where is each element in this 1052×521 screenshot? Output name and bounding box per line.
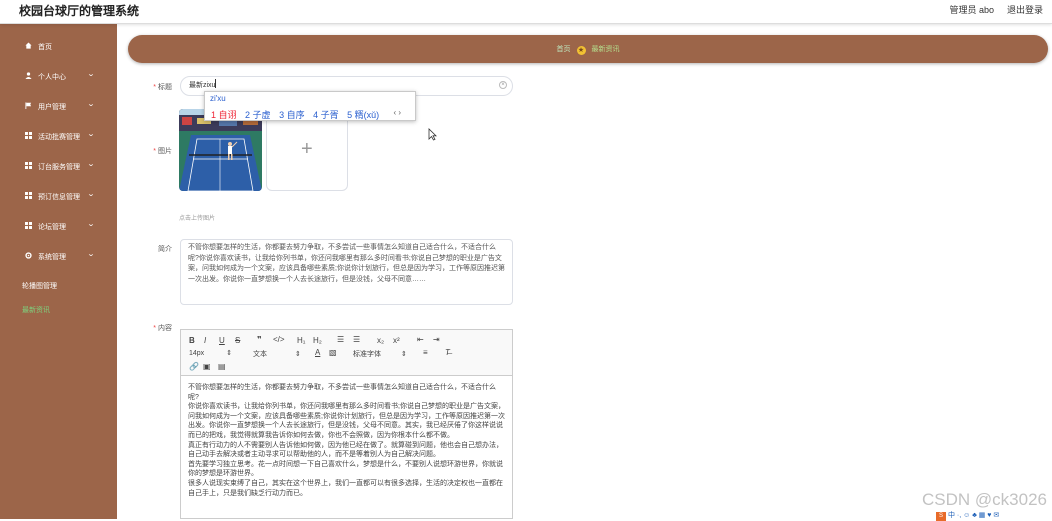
chevron-down-icon: ⌄ xyxy=(86,131,96,138)
clear-icon[interactable]: × xyxy=(499,81,507,89)
chevron-down-icon: ⌄ xyxy=(86,251,96,258)
sidebar-item-events[interactable]: 活动批赛管理 ⌄ xyxy=(0,126,117,148)
ime-candidate-popup: zi'xu 1 自诩 2 子虚 3 自序 4 子胥 5 糈(xǔ) ‹ › xyxy=(204,91,416,121)
breadcrumb-current: 最新资讯 xyxy=(591,46,620,53)
sidebar-item-label: 预订信息管理 xyxy=(38,194,80,201)
editor-content[interactable]: 不管你想要怎样的生活，你都要去努力争取，不多尝试一些事情怎么知道自己适合什么，不… xyxy=(188,383,506,498)
gear-icon xyxy=(25,252,32,259)
sidebar: 首页 个人中心 ⌄ 用户管理 ⌄ 活动批赛管理 ⌄ 订台服务管理 ⌄ 预订信息管… xyxy=(0,24,117,519)
h1-button[interactable]: H₁ xyxy=(297,336,305,345)
logout-link[interactable]: 退出登录 xyxy=(1007,3,1043,16)
image-icon[interactable]: ▣ xyxy=(203,362,211,371)
ime-page-nav[interactable]: ‹ › xyxy=(393,108,401,117)
sidebar-item-system[interactable]: 系统管理 ⌄ xyxy=(0,246,117,268)
highlight-button[interactable]: ▧ xyxy=(329,348,337,357)
sidebar-item-home[interactable]: 首页 xyxy=(0,36,117,58)
sidebar-item-profile[interactable]: 个人中心 ⌄ xyxy=(0,66,117,88)
sidebar-subitem-news[interactable]: 最新资讯 xyxy=(22,305,50,315)
ime-candidate[interactable]: 5 糈(xǔ) xyxy=(347,110,379,120)
italic-button[interactable]: I xyxy=(204,336,206,345)
sidebar-item-table-service[interactable]: 订台服务管理 ⌄ xyxy=(0,156,117,178)
bullet-list-button[interactable]: ☰ xyxy=(353,335,360,344)
chevron-down-icon: ⌄ xyxy=(86,101,96,108)
indent-button[interactable]: ⇥ xyxy=(433,335,440,344)
image-label: * 图片 xyxy=(153,148,172,155)
grid-icon xyxy=(25,192,32,199)
ime-candidate[interactable]: 4 子胥 xyxy=(313,110,339,120)
ime-candidate[interactable]: 1 自诩 xyxy=(211,110,237,120)
grid-icon xyxy=(25,222,32,229)
clear-format-button[interactable]: T̶ xyxy=(445,348,450,357)
chevron-down-icon: ⌄ xyxy=(86,71,96,78)
star-icon: ★ xyxy=(576,46,586,55)
sidebar-item-label: 用户管理 xyxy=(38,104,66,111)
align-button[interactable]: ≡ xyxy=(423,348,428,357)
uploaded-image-thumbnail[interactable] xyxy=(179,109,262,191)
sidebar-subitem-carousel[interactable]: 轮播图管理 xyxy=(22,281,57,291)
top-header: 校园台球厅的管理系统 管理员 abo 退出登录 xyxy=(0,0,1052,24)
chevron-down-icon: ⌄ xyxy=(86,161,96,168)
tennis-court-image xyxy=(179,109,262,191)
breadcrumb: 首页 ★ 最新资讯 xyxy=(128,35,1048,63)
chevron-down-icon: ⌄ xyxy=(86,191,96,198)
ime-candidate[interactable]: 2 子虚 xyxy=(245,110,271,120)
app-title: 校园台球厅的管理系统 xyxy=(19,4,140,18)
paragraph-select[interactable]: 文本 ⇕ xyxy=(253,349,301,359)
superscript-button[interactable]: x² xyxy=(393,336,400,345)
ime-pinyin: zi'xu xyxy=(210,94,226,103)
sidebar-item-forum[interactable]: 论坛管理 ⌄ xyxy=(0,216,117,238)
outdent-button[interactable]: ⇤ xyxy=(417,335,424,344)
font-size-select[interactable]: 14px ⇕ xyxy=(189,349,232,357)
upload-image-button[interactable]: + xyxy=(266,109,348,191)
video-icon[interactable]: ▤ xyxy=(218,362,226,371)
sidebar-item-label: 订台服务管理 xyxy=(38,164,80,171)
sogou-icon: S xyxy=(936,512,946,521)
sidebar-item-label: 论坛管理 xyxy=(38,224,66,231)
plus-icon: + xyxy=(301,138,313,160)
bold-button[interactable]: B xyxy=(189,336,195,345)
sidebar-item-label: 系统管理 xyxy=(38,254,66,261)
editor-toolbar: B I U S ❞ </> H₁ H₂ ☰ ☰ x₂ x² ⇤ ⇥ 14px ⇕ … xyxy=(181,330,512,376)
sidebar-item-label: 活动批赛管理 xyxy=(38,134,80,141)
grid-icon xyxy=(25,132,32,139)
home-icon xyxy=(25,42,32,49)
font-family-select[interactable]: 标准字体 ⇕ xyxy=(353,349,407,359)
sidebar-item-label: 个人中心 xyxy=(38,74,66,81)
font-color-button[interactable]: A xyxy=(315,348,320,357)
chevron-down-icon: ⌄ xyxy=(86,221,96,228)
upload-tip: 点击上传图片 xyxy=(179,216,216,222)
flag-icon xyxy=(25,102,32,109)
current-user: 管理员 abo xyxy=(949,5,994,15)
breadcrumb-home[interactable]: 首页 xyxy=(557,46,571,53)
blockquote-button[interactable]: ❞ xyxy=(257,335,262,344)
underline-button[interactable]: U xyxy=(219,336,225,345)
ordered-list-button[interactable]: ☰ xyxy=(337,335,344,344)
summary-label: 简介 xyxy=(158,246,172,253)
rich-text-editor: B I U S ❞ </> H₁ H₂ ☰ ☰ x₂ x² ⇤ ⇥ 14px ⇕ … xyxy=(180,329,513,519)
link-icon[interactable]: 🔗 xyxy=(189,362,199,371)
summary-textarea[interactable]: 不管你想要怎样的生活，你都要去努力争取，不多尝试一些事情怎么知道自己适合什么，不… xyxy=(180,239,513,305)
code-button[interactable]: </> xyxy=(273,335,285,344)
content-label: * 内容 xyxy=(153,325,172,332)
ime-candidate[interactable]: 3 自序 xyxy=(279,110,305,120)
strike-button[interactable]: S xyxy=(235,336,240,345)
ime-tray: S 中 ·, ☺ ♣ ▦ ♥ ✉ xyxy=(936,510,1034,521)
mouse-cursor-icon xyxy=(428,128,437,141)
watermark: CSDN @ck3026 xyxy=(922,490,1047,509)
title-label: * 标题 xyxy=(153,84,172,91)
sidebar-item-users[interactable]: 用户管理 ⌄ xyxy=(0,96,117,118)
grid-icon xyxy=(25,162,32,169)
h2-button[interactable]: H₂ xyxy=(313,336,322,345)
subscript-button[interactable]: x₂ xyxy=(377,336,384,345)
user-icon xyxy=(25,72,32,79)
sidebar-item-label: 首页 xyxy=(38,44,52,51)
sidebar-item-reservations[interactable]: 预订信息管理 ⌄ xyxy=(0,186,117,208)
